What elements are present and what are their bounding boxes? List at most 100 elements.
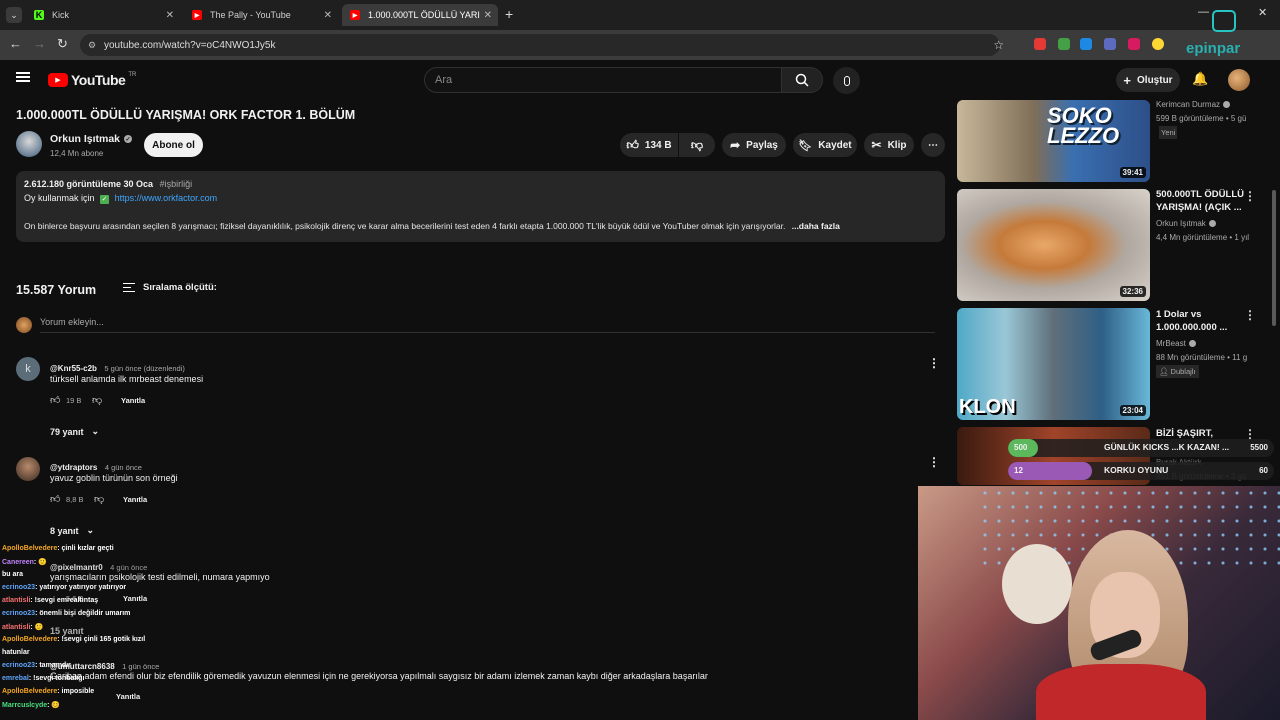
comment-author[interactable]: @Knr55-c2b [50, 364, 97, 373]
comment-like-button[interactable]: 👍︎ [50, 394, 60, 406]
bookmark-star-icon[interactable]: ☆ [993, 38, 1004, 52]
close-icon[interactable]: ✕ [484, 10, 492, 21]
chat-username[interactable]: ecrinoo23 [2, 584, 35, 591]
channel-avatar[interactable] [16, 131, 42, 157]
video-options-icon[interactable]: ⋮ [1244, 189, 1256, 203]
more-actions-button[interactable]: ⋯ [921, 133, 945, 157]
comment-options-icon[interactable]: ⋮ [928, 356, 940, 370]
chat-username[interactable]: Marrcuslcyde [2, 702, 47, 709]
goal-label: GÜNLÜK KICKS ...K KAZAN! ... [1104, 442, 1230, 452]
chat-username[interactable]: ecrinoo23 [2, 610, 35, 617]
chat-username[interactable]: ApolloBelvedere [2, 688, 57, 695]
video-title[interactable]: 1 Dolar vs 1.000.000.000 ... [1156, 308, 1242, 334]
video-channel[interactable]: MrBeast [1156, 337, 1196, 350]
add-comment-input[interactable]: Yorum ekleyin... [40, 317, 935, 333]
search-button[interactable] [781, 67, 823, 93]
video-thumbnail[interactable]: KLON 23:04 [957, 308, 1150, 420]
epinpar-watermark: epinpar [1186, 40, 1241, 57]
back-icon[interactable]: ← [9, 36, 22, 51]
chat-username[interactable]: atlantisli [2, 624, 30, 631]
extension-icon[interactable] [1104, 38, 1116, 50]
comment-avatar[interactable]: k [16, 357, 40, 381]
chat-username[interactable]: ecrinoo23 [2, 662, 35, 669]
tab-current-video[interactable]: ▶ 1.000.000TL ÖDÜLLÜ YARIŞMA ✕ [342, 4, 498, 26]
extension-icon[interactable] [1080, 38, 1092, 50]
comment-avatar[interactable] [16, 457, 40, 481]
verified-icon [1223, 101, 1231, 108]
address-bar[interactable]: ⚙ youtube.com/watch?v=oC4NWO1Jy5k ☆ [80, 34, 1004, 56]
hashtag[interactable]: #işbirliği [160, 179, 193, 189]
video-options-icon[interactable]: ⋮ [1244, 308, 1256, 322]
verified-icon [1188, 340, 1196, 347]
replies-toggle[interactable]: 8 yanıt ⌄ [50, 525, 94, 536]
extension-icon[interactable] [1058, 38, 1070, 50]
replies-toggle[interactable]: 79 yanıt ⌄ [50, 426, 99, 437]
comment-author[interactable]: @ytdraptors [50, 463, 97, 472]
search-input[interactable]: Ara [424, 67, 782, 93]
show-more-link[interactable]: ...daha fazla [792, 221, 840, 231]
comment-like-button[interactable]: 👍︎ [50, 493, 60, 505]
chat-username[interactable]: ApolloBelvedere [2, 636, 57, 643]
extension-icon[interactable] [1034, 38, 1046, 50]
comment-reply-button[interactable]: Yanıtla [123, 495, 147, 504]
site-info-icon[interactable]: ⚙ [88, 40, 96, 51]
sort-button[interactable]: Sıralama ölçütü: [123, 282, 217, 293]
video-thumbnail[interactable]: 32:36 [957, 189, 1150, 301]
video-title[interactable]: 500.000TL ÖDÜLLÜ YARIŞMA! (AÇIK ... [1156, 188, 1244, 214]
chat-username[interactable]: emrebal [2, 675, 29, 682]
forward-icon[interactable]: → [33, 36, 46, 51]
comment-reply-button[interactable]: Yanıtla [121, 396, 145, 405]
new-tab-icon[interactable]: + [505, 6, 513, 22]
comment-dislike-button[interactable]: 👎︎ [94, 493, 104, 505]
chat-username[interactable]: hatunlar [2, 649, 30, 656]
video-channel[interactable]: Kerimcan Durmaz [1156, 98, 1231, 111]
like-button[interactable]: 👍︎ 134 B [620, 133, 678, 157]
view-stats: 2.612.180 görüntüleme 30 Oca #işbirliği [24, 179, 192, 189]
menu-icon[interactable] [16, 72, 30, 82]
chat-username[interactable]: bu ara [2, 571, 23, 578]
chat-username[interactable]: Canereen [2, 559, 34, 566]
save-button[interactable]: 🔖︎ Kaydet [793, 133, 857, 157]
chat-message: hatunlar [2, 649, 30, 656]
logo-text: YouTube [71, 72, 126, 88]
clip-button[interactable]: ✂ Klip [864, 133, 914, 157]
video-duration: 32:36 [1119, 286, 1146, 297]
create-button[interactable]: + Oluştur [1116, 68, 1180, 92]
chat-text: : imposible [57, 688, 95, 695]
notifications-bell-icon[interactable]: 🔔 [1192, 71, 1208, 87]
share-button[interactable]: ➦ Paylaş [722, 133, 786, 157]
extension-icon[interactable] [1152, 38, 1164, 50]
youtube-logo[interactable]: ▶ YouTube TR [48, 72, 136, 88]
create-label: Oluştur [1137, 74, 1173, 86]
description-text: On binlerce başvuru arasından seçilen 8 … [24, 221, 786, 231]
check-icon: ✓ [100, 195, 110, 204]
minimize-icon[interactable]: — [1198, 6, 1209, 18]
avatar[interactable] [1228, 69, 1250, 91]
description-text-line: On binlerce başvuru arasından seçilen 8 … [24, 221, 934, 231]
close-window-icon[interactable]: ✕ [1258, 6, 1267, 19]
new-badge: Yeni [1159, 126, 1178, 139]
scrollbar-thumb[interactable] [1272, 190, 1276, 326]
chat-text: : 🙂 [33, 559, 47, 566]
comment-dislike-button[interactable]: 👎︎ [92, 394, 102, 406]
chat-username[interactable]: ApolloBelvedere [2, 545, 57, 552]
subscribe-button[interactable]: Abone ol [144, 133, 203, 157]
tab-the-pally[interactable]: ▶ The Pally - YouTube ✕ [184, 4, 338, 26]
tab-list-chevron-icon[interactable]: ⌄ [6, 7, 22, 23]
goal-target: 5500 [1250, 443, 1268, 452]
close-icon[interactable]: ✕ [324, 10, 332, 21]
description-link[interactable]: https://www.orkfactor.com [115, 193, 218, 203]
comment-options-icon[interactable]: ⋮ [928, 455, 940, 469]
reload-icon[interactable]: ↻ [57, 36, 68, 52]
video-thumbnail[interactable]: SOKO LEZZO 39:41 [957, 100, 1150, 182]
channel-name[interactable]: Orkun Işıtmak ✓ [50, 133, 133, 145]
close-icon[interactable]: ✕ [166, 10, 174, 21]
voice-search-button[interactable] [833, 67, 860, 94]
description-box[interactable]: 2.612.180 görüntüleme 30 Oca #işbirliği … [16, 171, 945, 242]
dislike-button[interactable]: 👎︎ [679, 133, 715, 157]
video-channel[interactable]: Orkun Işıtmak [1156, 217, 1216, 230]
chat-username[interactable]: atlantisli [2, 597, 30, 604]
comment-like-count: 8,8 B [66, 495, 84, 504]
tab-kick[interactable]: K Kick ✕ [26, 4, 180, 26]
extension-icon[interactable] [1128, 38, 1140, 50]
